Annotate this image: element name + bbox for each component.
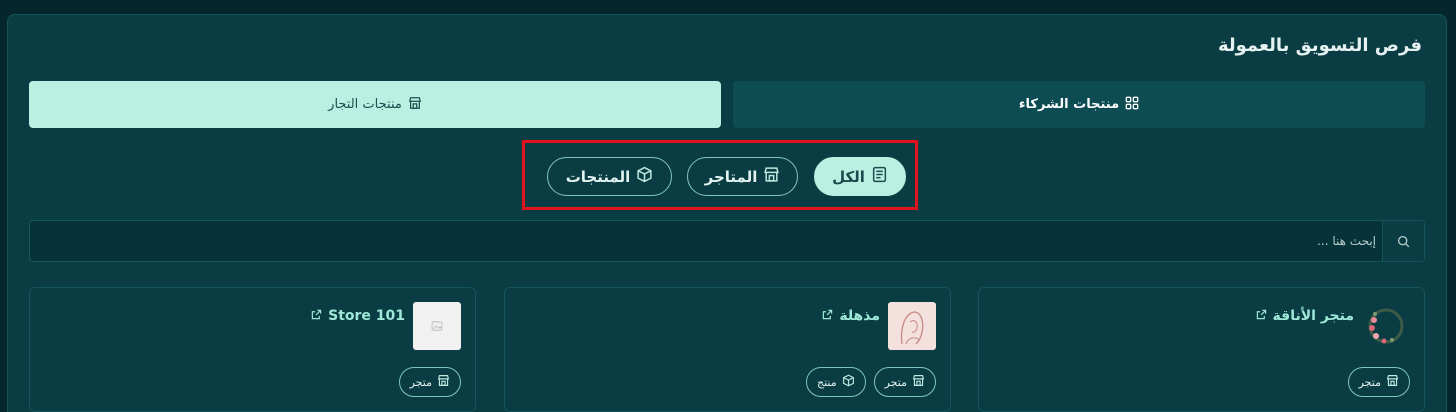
tag-store: متجر <box>873 367 936 397</box>
card-tags: متجر منتج <box>805 367 936 397</box>
document-icon <box>871 166 888 187</box>
tab-partner-products-label: منتجات الشركاء <box>1018 97 1120 112</box>
image-placeholder-icon <box>431 317 443 336</box>
external-link-icon <box>1256 308 1267 324</box>
filter-stores-label: المتاجر <box>704 167 758 186</box>
tag-label: منتج <box>816 375 837 389</box>
store-thumbnail-hijab <box>888 302 936 350</box>
store-card[interactable]: Store 101 متجر <box>29 287 476 412</box>
filter-products-button[interactable]: المنتجات <box>547 157 672 196</box>
filter-all-button[interactable]: الكل <box>814 157 906 196</box>
store-icon <box>437 374 450 390</box>
card-tags: متجر <box>398 367 461 397</box>
tag-store: متجر <box>1347 367 1410 397</box>
store-name: مذهلة <box>839 308 880 324</box>
affiliate-panel: فرص التسويق بالعمولة منتجات الشركاء منتج… <box>7 14 1447 412</box>
tab-merchant-products[interactable]: منتجات التجار <box>29 81 721 128</box>
store-name-link[interactable]: Store 101 <box>311 308 405 324</box>
store-card[interactable]: متجر الأناقة متجر <box>978 287 1425 412</box>
tag-label: متجر <box>884 375 907 389</box>
grid-icon <box>1125 96 1139 114</box>
search-icon[interactable] <box>1382 221 1424 261</box>
filter-all-label: الكل <box>832 167 865 186</box>
box-icon <box>842 374 855 390</box>
store-name-link[interactable]: متجر الأناقة <box>1256 308 1354 324</box>
tab-partner-products[interactable]: منتجات الشركاء <box>733 81 1425 128</box>
store-icon <box>763 166 780 187</box>
tab-merchant-products-label: منتجات التجار <box>328 97 402 112</box>
store-icon <box>1386 374 1399 390</box>
store-icon <box>408 96 422 114</box>
store-thumbnail-placeholder <box>413 302 461 350</box>
tag-store: متجر <box>398 367 461 397</box>
tag-label: متجر <box>1358 375 1381 389</box>
store-thumbnail-wreath <box>1362 302 1410 350</box>
store-name-link[interactable]: مذهلة <box>822 308 880 324</box>
filter-stores-button[interactable]: المتاجر <box>687 157 798 196</box>
store-name: متجر الأناقة <box>1272 308 1354 324</box>
filter-products-label: المنتجات <box>565 167 631 186</box>
store-icon <box>912 374 925 390</box>
page-title: فرص التسويق بالعمولة <box>1217 35 1422 56</box>
card-tags: متجر <box>1347 367 1410 397</box>
search-input[interactable] <box>76 221 1376 261</box>
store-name: Store 101 <box>328 308 405 324</box>
tag-label: متجر <box>409 375 432 389</box>
store-card[interactable]: مذهلة متجر منتج <box>504 287 951 412</box>
tag-product: منتج <box>805 367 866 397</box>
external-link-icon <box>311 308 322 324</box>
external-link-icon <box>822 308 833 324</box>
search-bar <box>29 220 1425 262</box>
box-icon <box>636 166 653 187</box>
